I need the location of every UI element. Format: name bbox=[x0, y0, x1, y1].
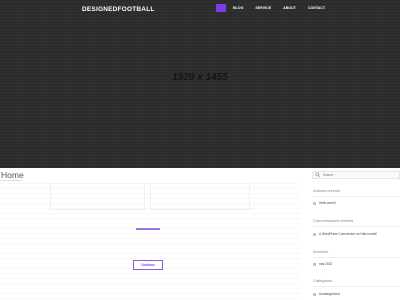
nav-item-blog[interactable]: BLOG bbox=[228, 4, 248, 12]
bullet-icon bbox=[313, 232, 316, 236]
archive-link[interactable]: mai 2023 bbox=[319, 262, 332, 266]
nav-item-about[interactable]: ABOUT bbox=[278, 4, 301, 12]
recent-posts-title: Articles récents bbox=[313, 188, 341, 193]
category-item[interactable]: Uncategorized bbox=[313, 292, 340, 296]
categories-title: Catégories bbox=[313, 278, 333, 283]
hero-banner: DESIGNEDFOOTBALL BLOG SERVICE ABOUT CONT… bbox=[0, 0, 400, 168]
category-link[interactable]: Uncategorized bbox=[319, 292, 340, 296]
continue-button[interactable]: Continue bbox=[133, 260, 163, 270]
archive-item[interactable]: mai 2023 bbox=[313, 262, 332, 266]
search-input[interactable] bbox=[323, 173, 393, 177]
archives-title: Archives bbox=[313, 249, 329, 254]
recent-post-item[interactable]: Hello world! bbox=[313, 201, 336, 205]
recent-comment-item[interactable]: A WordPress Commenter on Hello world! bbox=[313, 232, 377, 236]
page-title: Home bbox=[1, 170, 24, 180]
recent-comment-link[interactable]: A WordPress Commenter on Hello world! bbox=[319, 232, 377, 236]
content-block bbox=[150, 183, 250, 210]
bullet-icon bbox=[313, 292, 316, 296]
accent-divider bbox=[136, 228, 160, 230]
search-box[interactable] bbox=[312, 171, 400, 179]
search-icon bbox=[315, 172, 321, 178]
recent-post-link[interactable]: Hello world! bbox=[319, 201, 336, 205]
recent-comments-title: Commentaires récents bbox=[313, 218, 354, 223]
hero-image-placeholder: 1920 x 1455 bbox=[172, 72, 228, 83]
widget-divider bbox=[313, 286, 400, 287]
nav-item-service[interactable]: SERVICE bbox=[250, 4, 276, 12]
content-block bbox=[50, 183, 145, 210]
bullet-icon bbox=[313, 262, 316, 266]
sidebar: Articles récents Hello world! Commentair… bbox=[310, 168, 400, 300]
widget-divider bbox=[313, 226, 400, 227]
nav-item-home[interactable] bbox=[216, 4, 226, 12]
title-divider bbox=[0, 180, 22, 181]
bullet-icon bbox=[313, 201, 316, 205]
nav-item-contact[interactable]: CONTACT bbox=[303, 4, 330, 12]
widget-divider bbox=[313, 196, 400, 197]
site-brand[interactable]: DESIGNEDFOOTBALL bbox=[82, 6, 155, 13]
widget-divider bbox=[313, 257, 400, 258]
main-nav: BLOG SERVICE ABOUT CONTACT bbox=[216, 4, 332, 12]
